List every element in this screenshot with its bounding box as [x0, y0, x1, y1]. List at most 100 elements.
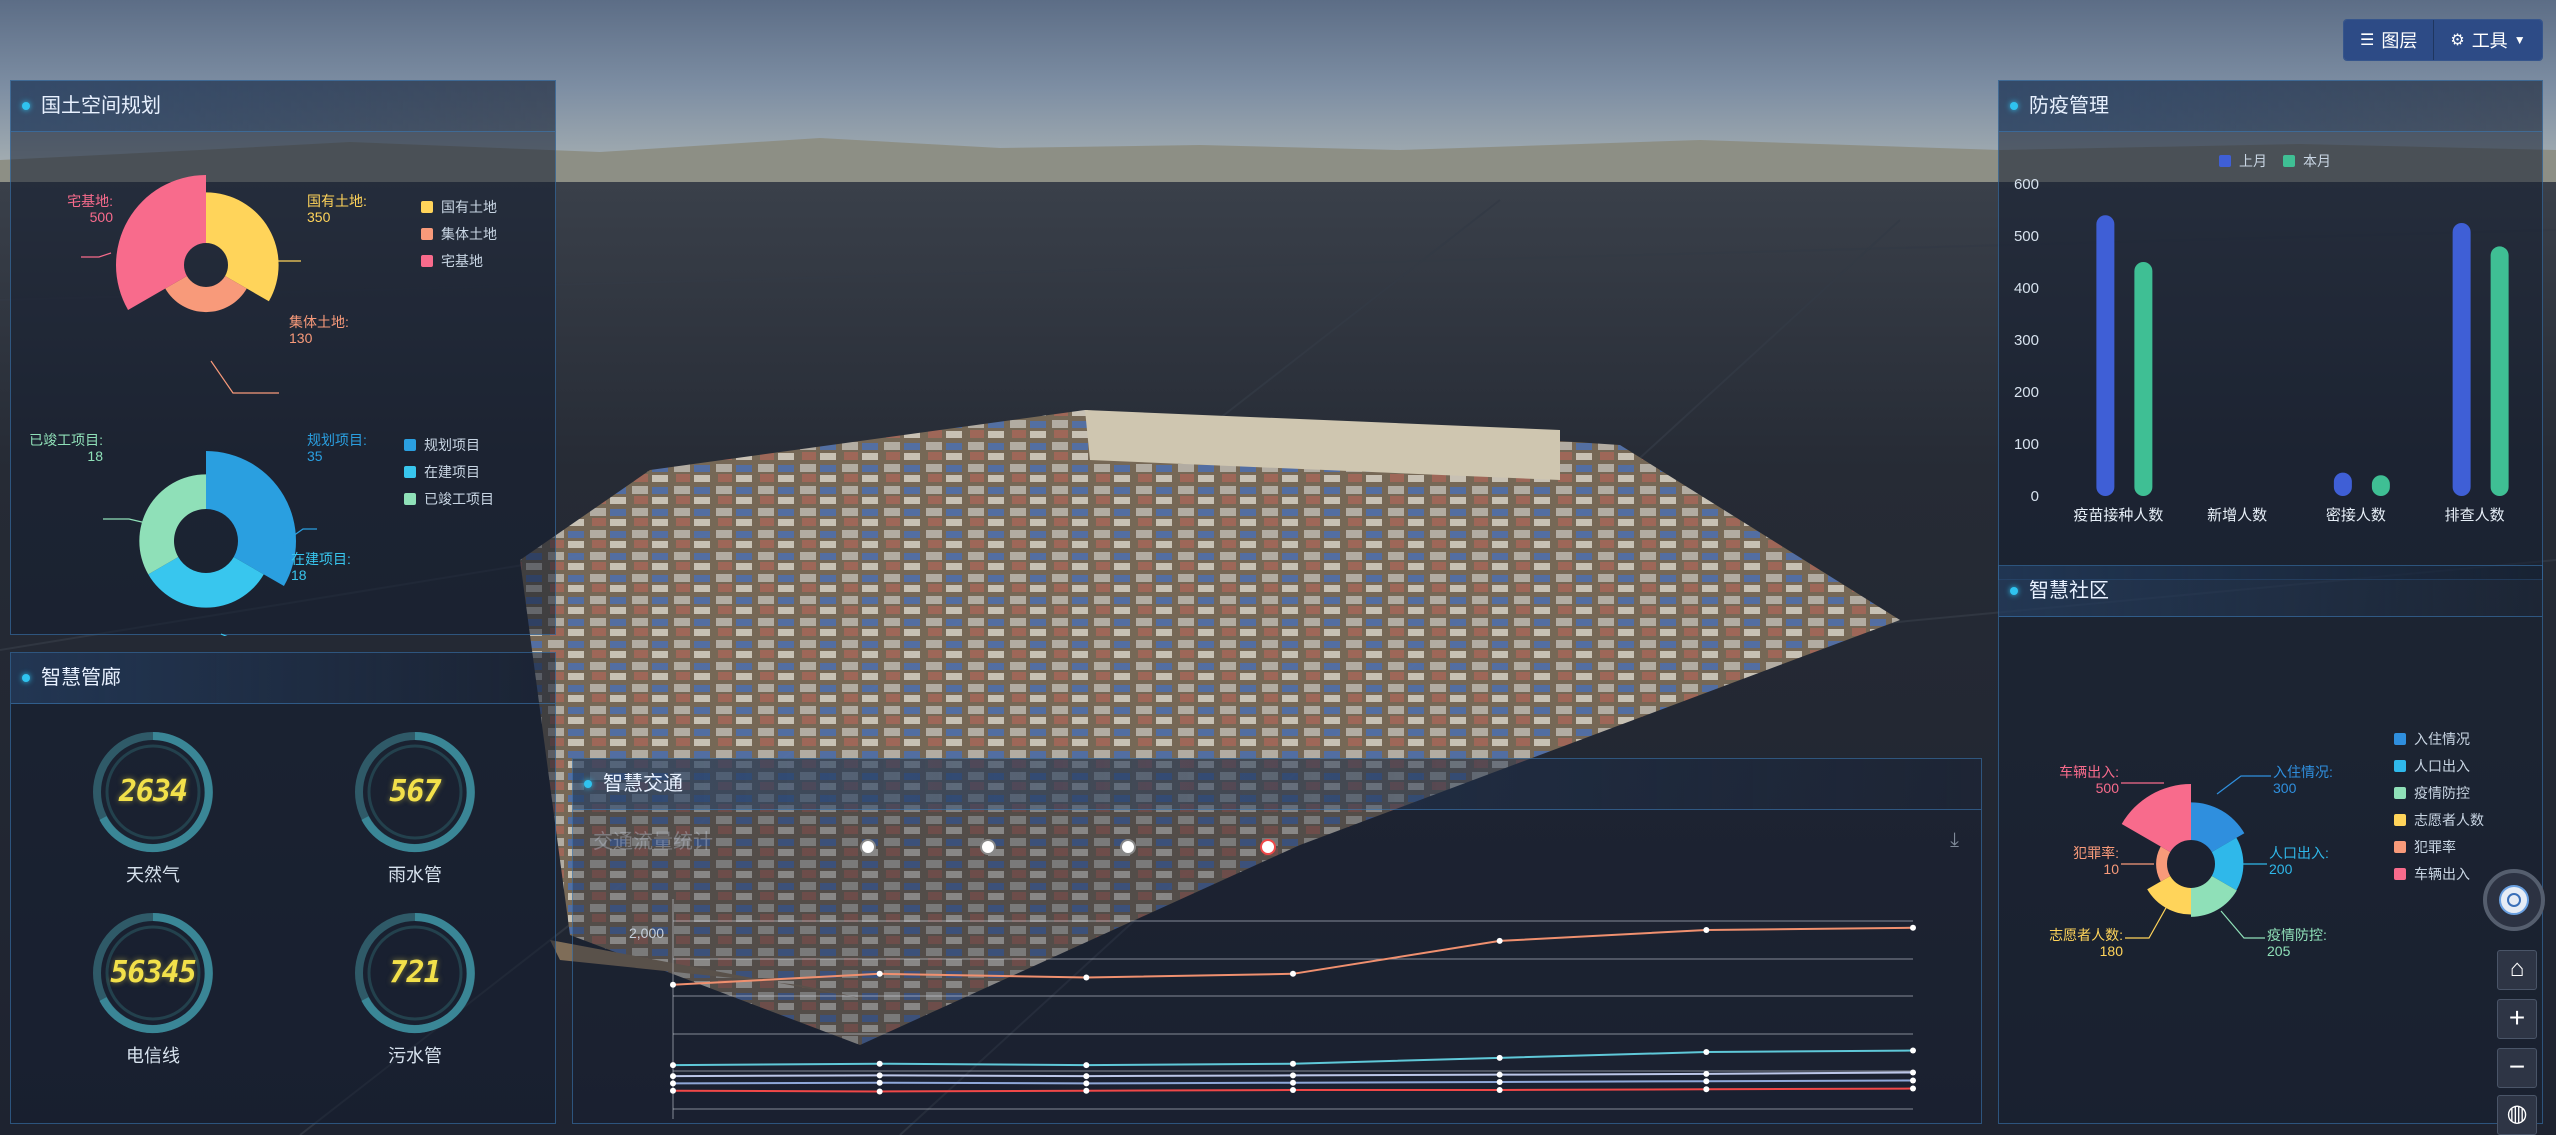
data-point[interactable]	[670, 1087, 676, 1094]
tools-icon: ⚙	[2450, 32, 2465, 49]
y-tick-label: 400	[2014, 280, 2039, 297]
legend-marker[interactable]	[1120, 839, 1136, 855]
gauge-label: 电信线	[126, 1046, 180, 1066]
panel-title: 国土空间规划	[11, 81, 555, 132]
data-point[interactable]	[876, 1072, 883, 1079]
traffic-panel-title: 智慧交通	[603, 773, 683, 795]
bar[interactable]	[2096, 215, 2115, 496]
gauge-label: 天然气	[126, 865, 180, 885]
compass-icon	[2499, 885, 2529, 915]
pipe-panel-title: 智慧管廊	[41, 667, 121, 689]
data-point[interactable]	[670, 1080, 676, 1087]
gauge-label: 雨水管	[388, 865, 442, 885]
data-point[interactable]	[1703, 1070, 1710, 1077]
data-point[interactable]	[1910, 1069, 1916, 1076]
bar[interactable]	[2371, 475, 2390, 496]
tools-button[interactable]: ⚙ 工具 ▼	[2433, 20, 2542, 60]
pie-slice[interactable]	[2147, 876, 2191, 915]
legend-item[interactable]: 车辆出入	[2394, 864, 2470, 884]
legend-item[interactable]: 犯罪率	[2394, 837, 2456, 857]
data-point[interactable]	[1290, 1087, 1296, 1093]
y-tick-label: 500	[2014, 228, 2039, 245]
data-point[interactable]	[1703, 1049, 1710, 1055]
data-point[interactable]	[876, 1088, 883, 1095]
home-icon: ⌂	[2509, 955, 2525, 982]
x-tick-label: 排查人数	[2445, 507, 2505, 524]
y-tick-label: 300	[2014, 332, 2039, 349]
legend-marker[interactable]	[1260, 839, 1276, 855]
data-point[interactable]	[1083, 974, 1090, 981]
data-point[interactable]	[876, 1079, 883, 1086]
layers-icon: ☰	[2360, 32, 2375, 49]
data-point[interactable]	[1910, 1077, 1916, 1084]
x-tick-label: 密接人数	[2326, 507, 2386, 524]
data-point[interactable]	[1290, 1072, 1296, 1079]
data-point[interactable]	[876, 1060, 883, 1067]
data-point[interactable]	[1910, 1085, 1916, 1092]
legend-item[interactable]: 人口出入	[2394, 756, 2470, 776]
data-point[interactable]	[1083, 1080, 1090, 1087]
data-point[interactable]	[1496, 937, 1503, 944]
data-point[interactable]	[876, 970, 883, 977]
home-button[interactable]: ⌂	[2497, 950, 2537, 990]
legend-item[interactable]: 志愿者人数	[2394, 810, 2484, 830]
bar[interactable]	[2490, 246, 2509, 496]
zoom-out-button[interactable]: −	[2497, 1048, 2537, 1088]
pie-label-homestead: 宅基地: 500	[67, 193, 113, 225]
legend-marker[interactable]	[980, 839, 996, 855]
pie-slice[interactable]	[206, 451, 297, 586]
data-point[interactable]	[1496, 1071, 1503, 1078]
smart-traffic-panel: 智慧交通 交通流量统计 ⤓ 2,000	[572, 758, 1982, 1124]
data-point[interactable]	[1703, 926, 1710, 933]
data-point[interactable]	[1290, 1079, 1296, 1086]
pie-label-under-construction: 在建项目: 18	[291, 551, 351, 583]
bar[interactable]	[2333, 472, 2352, 496]
data-point[interactable]	[1083, 1062, 1090, 1069]
bar[interactable]	[2134, 262, 2153, 496]
data-point[interactable]	[1496, 1054, 1503, 1061]
zoom-in-button[interactable]: +	[2497, 999, 2537, 1039]
compass-control[interactable]	[2483, 869, 2545, 931]
traffic-legend	[860, 839, 1276, 855]
tools-label: 工具	[2471, 31, 2508, 51]
data-point[interactable]	[1910, 924, 1916, 931]
data-point[interactable]	[1703, 1086, 1710, 1093]
data-point[interactable]	[1290, 1060, 1296, 1067]
data-point[interactable]	[670, 981, 676, 988]
data-point[interactable]	[670, 1062, 676, 1069]
panel-title: 智慧交通	[573, 759, 1981, 810]
data-point[interactable]	[1496, 1087, 1503, 1093]
bar[interactable]	[2452, 223, 2471, 496]
smart-community-panel: 智慧社区 车辆出入: 500 入住情况: 300 犯罪率: 10 人口出入: 2…	[1998, 565, 2543, 1124]
project-pie	[139, 451, 297, 608]
layers-button[interactable]: ☰ 图层	[2344, 20, 2434, 60]
data-point[interactable]	[1083, 1073, 1090, 1080]
x-tick-label: 疫苗接种人数	[2073, 507, 2163, 524]
legend-item[interactable]: 规划项目	[404, 435, 480, 455]
traffic-line-chart	[670, 839, 1916, 1119]
data-point[interactable]	[1703, 1078, 1710, 1085]
pie-slice[interactable]	[2121, 784, 2191, 852]
legend-item[interactable]: 国有土地	[421, 197, 497, 217]
legend-marker[interactable]	[860, 839, 876, 855]
legend-item[interactable]: 集体土地	[421, 224, 497, 244]
minus-icon: −	[2508, 1051, 2526, 1082]
pie-label-state-land: 国有土地: 350	[307, 193, 367, 225]
land-use-pie	[115, 175, 279, 313]
legend-item[interactable]: 宅基地	[421, 251, 483, 271]
y-tick-label: 600	[2014, 176, 2039, 193]
data-point[interactable]	[1083, 1087, 1090, 1094]
pie-slice[interactable]	[2156, 846, 2171, 882]
data-point[interactable]	[1910, 1047, 1916, 1054]
legend-item[interactable]: 入住情况	[2394, 729, 2470, 749]
legend-item[interactable]: 已竣工项目	[404, 489, 494, 509]
globe-button[interactable]: ◍	[2497, 1095, 2537, 1135]
data-point[interactable]	[670, 1073, 676, 1080]
pie-slice[interactable]	[148, 557, 264, 608]
rose-label-vehicles: 车辆出入: 500	[2059, 764, 2119, 796]
data-point[interactable]	[1290, 970, 1296, 977]
legend-item[interactable]: 在建项目	[404, 462, 480, 482]
data-point[interactable]	[1496, 1078, 1503, 1085]
gauge-sewage: 721	[353, 911, 477, 1035]
legend-item[interactable]: 疫情防控	[2394, 783, 2470, 803]
